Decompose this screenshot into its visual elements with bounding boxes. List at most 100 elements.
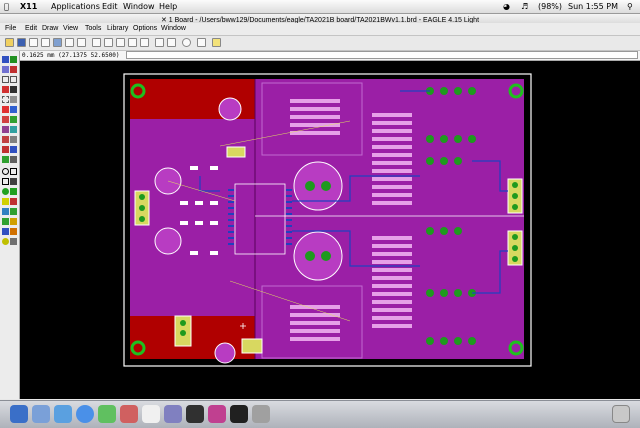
safari-icon[interactable] xyxy=(76,405,94,423)
polygon-icon[interactable] xyxy=(10,178,17,185)
menubar-item-window[interactable]: Window xyxy=(123,2,155,11)
zoom-out-icon[interactable] xyxy=(116,38,125,47)
capacitor-large-bottom xyxy=(293,231,343,281)
copy-icon[interactable] xyxy=(10,76,17,83)
mirror-icon[interactable] xyxy=(2,86,9,93)
go-icon[interactable] xyxy=(197,38,206,47)
zoom-select-icon[interactable] xyxy=(140,38,149,47)
battery-indicator[interactable]: (98%) xyxy=(538,2,562,11)
menu-file[interactable]: File xyxy=(5,25,16,32)
dock xyxy=(0,400,640,428)
capacitor-large-top xyxy=(293,161,343,211)
via-icon[interactable] xyxy=(2,188,9,195)
text-icon[interactable] xyxy=(10,156,17,163)
finder-icon[interactable] xyxy=(10,405,28,423)
volume-icon[interactable]: ♬ xyxy=(521,2,528,11)
trash-icon[interactable] xyxy=(612,405,630,423)
board-switch-icon[interactable] xyxy=(53,38,62,47)
display-icon[interactable] xyxy=(2,66,9,73)
copper-zone-bottom-left xyxy=(130,316,255,359)
board-canvas[interactable] xyxy=(20,61,640,399)
delete-icon[interactable] xyxy=(2,116,9,123)
paste-icon[interactable] xyxy=(10,106,17,113)
hole-icon[interactable] xyxy=(2,198,9,205)
save-icon[interactable] xyxy=(17,38,26,47)
menu-view[interactable]: View xyxy=(63,25,78,32)
ripup-icon[interactable] xyxy=(10,146,17,153)
eagle-icon[interactable] xyxy=(208,405,226,423)
menu-tools[interactable]: Tools xyxy=(85,25,101,32)
zoom-fit-icon[interactable] xyxy=(92,38,101,47)
group-icon[interactable] xyxy=(2,96,9,103)
stop-icon[interactable] xyxy=(182,38,191,47)
command-line-input[interactable] xyxy=(126,51,638,59)
tool-palette xyxy=(0,51,20,399)
zoom-in-icon[interactable] xyxy=(104,38,113,47)
spotlight-icon[interactable]: ⚲ xyxy=(627,2,633,11)
route-icon[interactable] xyxy=(2,146,9,153)
lock-icon[interactable] xyxy=(10,126,17,133)
app-menubar: File Edit Draw View Tools Library Option… xyxy=(0,23,640,36)
system-menubar:  X11 Applications Edit Window Help ◕ ♬ … xyxy=(0,0,640,14)
menu-library[interactable]: Library xyxy=(107,25,128,32)
rotate-icon[interactable] xyxy=(10,86,17,93)
menubar-item-help[interactable]: Help xyxy=(159,2,177,11)
errors-icon[interactable] xyxy=(10,218,17,225)
help-icon[interactable] xyxy=(212,38,221,47)
redo-icon[interactable] xyxy=(167,38,176,47)
auto-icon[interactable] xyxy=(2,208,9,215)
circle-icon[interactable] xyxy=(2,168,9,175)
run-icon[interactable] xyxy=(77,38,86,47)
wire-icon[interactable] xyxy=(2,156,9,163)
info-icon[interactable] xyxy=(2,56,9,63)
toolbar xyxy=(0,36,640,51)
cam-icon[interactable] xyxy=(41,38,50,47)
menu-edit[interactable]: Edit xyxy=(25,25,37,32)
mail-icon[interactable] xyxy=(54,405,72,423)
miter-icon[interactable] xyxy=(10,238,17,245)
apple-icon[interactable]:  xyxy=(4,2,9,11)
smash-icon[interactable] xyxy=(2,238,9,245)
coordinate-bar: 0.1625 mm (27.1375 52.6500) xyxy=(20,51,640,61)
ical-icon[interactable] xyxy=(142,405,160,423)
menu-window[interactable]: Window xyxy=(161,25,186,32)
coordinate-readout: 0.1625 mm (27.1375 52.6500) xyxy=(22,52,120,59)
pcb-layout xyxy=(123,73,532,367)
clock[interactable]: Sun 1:55 PM xyxy=(568,2,618,11)
optimize-icon[interactable] xyxy=(10,136,17,143)
address-book-icon[interactable] xyxy=(120,405,138,423)
menu-draw[interactable]: Draw xyxy=(42,25,58,32)
undo-icon[interactable] xyxy=(155,38,164,47)
split-icon[interactable] xyxy=(2,136,9,143)
dashboard-icon[interactable] xyxy=(32,405,50,423)
script-icon[interactable] xyxy=(65,38,74,47)
menubar-item-edit[interactable]: Edit xyxy=(102,2,118,11)
value-icon[interactable] xyxy=(10,228,17,235)
print-icon[interactable] xyxy=(29,38,38,47)
erc-icon[interactable] xyxy=(10,208,17,215)
open-icon[interactable] xyxy=(5,38,14,47)
arc-icon[interactable] xyxy=(10,168,17,175)
ratsnest-icon[interactable] xyxy=(10,198,17,205)
ichat-icon[interactable] xyxy=(98,405,116,423)
menubar-item-applications[interactable]: Applications xyxy=(51,2,100,11)
change-icon[interactable] xyxy=(10,96,17,103)
itunes-icon[interactable] xyxy=(164,405,182,423)
redraw-icon[interactable] xyxy=(128,38,137,47)
mark-icon[interactable] xyxy=(10,66,17,73)
rect-icon[interactable] xyxy=(2,178,9,185)
cut-icon[interactable] xyxy=(2,106,9,113)
move-icon[interactable] xyxy=(2,76,9,83)
system-preferences-icon[interactable] xyxy=(252,405,270,423)
wifi-icon[interactable]: ◕ xyxy=(503,2,510,11)
menu-options[interactable]: Options xyxy=(133,25,157,32)
drc-icon[interactable] xyxy=(2,218,9,225)
x11-icon[interactable] xyxy=(230,405,248,423)
signal-icon[interactable] xyxy=(10,188,17,195)
name-icon[interactable] xyxy=(2,228,9,235)
add-icon[interactable] xyxy=(10,116,17,123)
show-icon[interactable] xyxy=(10,56,17,63)
menubar-app-name[interactable]: X11 xyxy=(20,2,37,11)
replace-icon[interactable] xyxy=(2,126,9,133)
terminal-icon[interactable] xyxy=(186,405,204,423)
